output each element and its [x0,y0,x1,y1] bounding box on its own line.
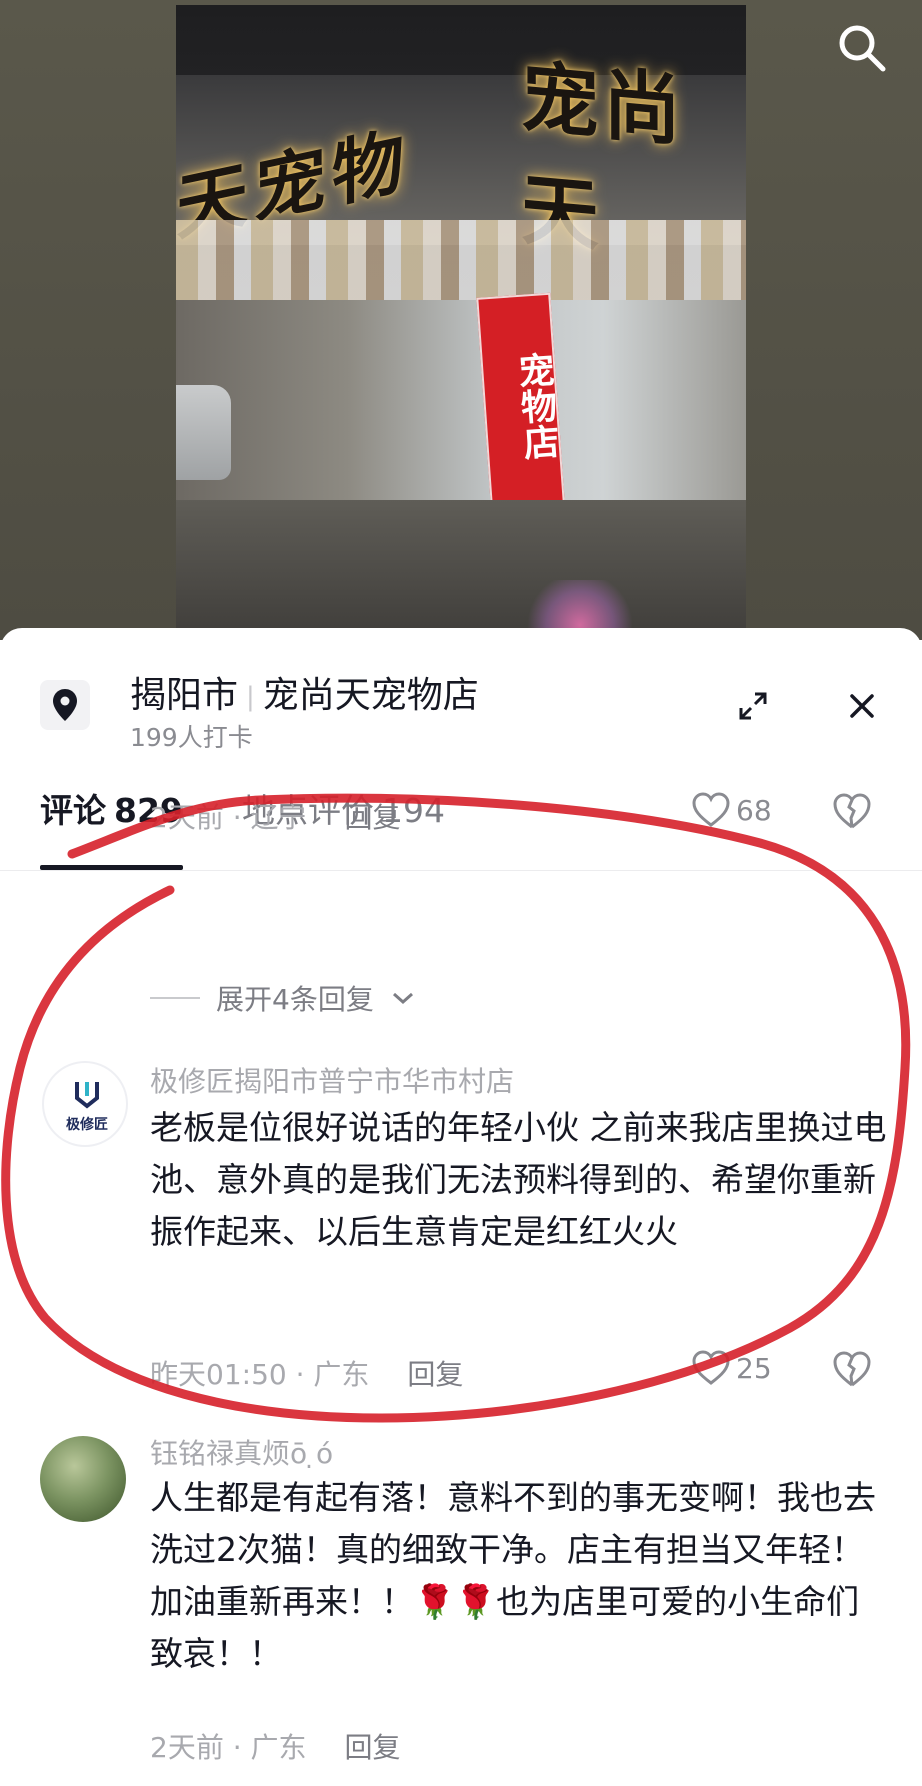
like-count: 25 [736,1351,772,1385]
like-count: 68 [736,793,772,827]
checkin-count: 199人打卡 [130,723,253,752]
comment-time: 2天前 · 广东 [150,1731,307,1764]
expand-icon[interactable] [733,686,773,726]
shop-logo-icon: 极修匠 [44,1063,126,1145]
comment-text: 人生都是有起有落！意料不到的事无变啊！我也去洗过2次猫！真的细致干净。店主有担当… [150,1478,876,1673]
comment-time: 昨天01:50 · 广东 [150,1358,370,1391]
comment-username[interactable]: 钰铭禄真烦ō ̣ó [150,1432,333,1472]
avatar[interactable] [40,1436,126,1522]
comment-time: 2天前 · 辽宁 [150,801,307,834]
close-icon[interactable] [842,686,882,726]
reply-button[interactable]: 回复 [407,1358,463,1391]
cat-poster-strip [176,220,746,300]
like-button[interactable]: 68 [692,792,772,828]
red-signboard: 宠物店 [476,292,566,522]
location-shop-name: 宠尚天宠物店 [262,675,479,716]
reply-button[interactable]: 回复 [345,801,401,834]
broken-heart-icon[interactable] [832,792,872,834]
comment-text: 老板是位很好说话的年轻小伙 之前来我店里换过电池、意外真的是我们无法预料得到的、… [150,1108,887,1251]
avatar-brand-text: 极修匠 [66,1117,108,1133]
location-pin-icon [40,680,90,730]
comment-meta: 2天前 · 广东 回复 [150,1726,401,1766]
parked-car [176,385,231,480]
heart-icon [692,792,730,827]
location-city: 揭阳市 [130,675,239,716]
tab-bar: 评论 829 地点评价 194 [0,768,922,871]
shop-interior [176,300,746,500]
street [176,500,746,640]
like-button[interactable]: 25 [692,1350,772,1386]
search-icon[interactable] [836,22,888,74]
expand-replies-button[interactable]: 展开4条回复 [150,978,416,1018]
location-header: 揭阳市 | 宠尚天宠物店 199人打卡 [0,628,922,758]
location-comments-sheet: 揭阳市|宠尚天宠物店 199人打卡 评论829 地点评价194 2天前 [0,628,922,1786]
expand-replies-label: 展开4条回复 [216,983,374,1016]
avatar[interactable]: 极修匠 [42,1061,128,1147]
heart-icon [692,1350,730,1385]
reply-button[interactable]: 回复 [345,1731,401,1764]
broken-heart-icon[interactable] [832,1350,872,1392]
comment-meta: 2天前 · 辽宁 回复 [150,796,401,836]
title-separator: | [246,682,255,712]
comment-username[interactable]: 极修匠揭阳市普宁市华市村店 [150,1060,514,1100]
tab-comments-label: 评论 [40,791,106,830]
divider-line [150,997,200,999]
comment-meta: 昨天01:50 · 广东 回复 [150,1353,463,1393]
chevron-down-icon [392,992,413,1005]
store-photo: 天宠物 宠尚天 宠物店 [176,5,746,640]
location-title[interactable]: 揭阳市 | 宠尚天宠物店 [130,666,479,718]
video-preview[interactable]: 天宠物 宠尚天 宠物店 [0,0,922,640]
